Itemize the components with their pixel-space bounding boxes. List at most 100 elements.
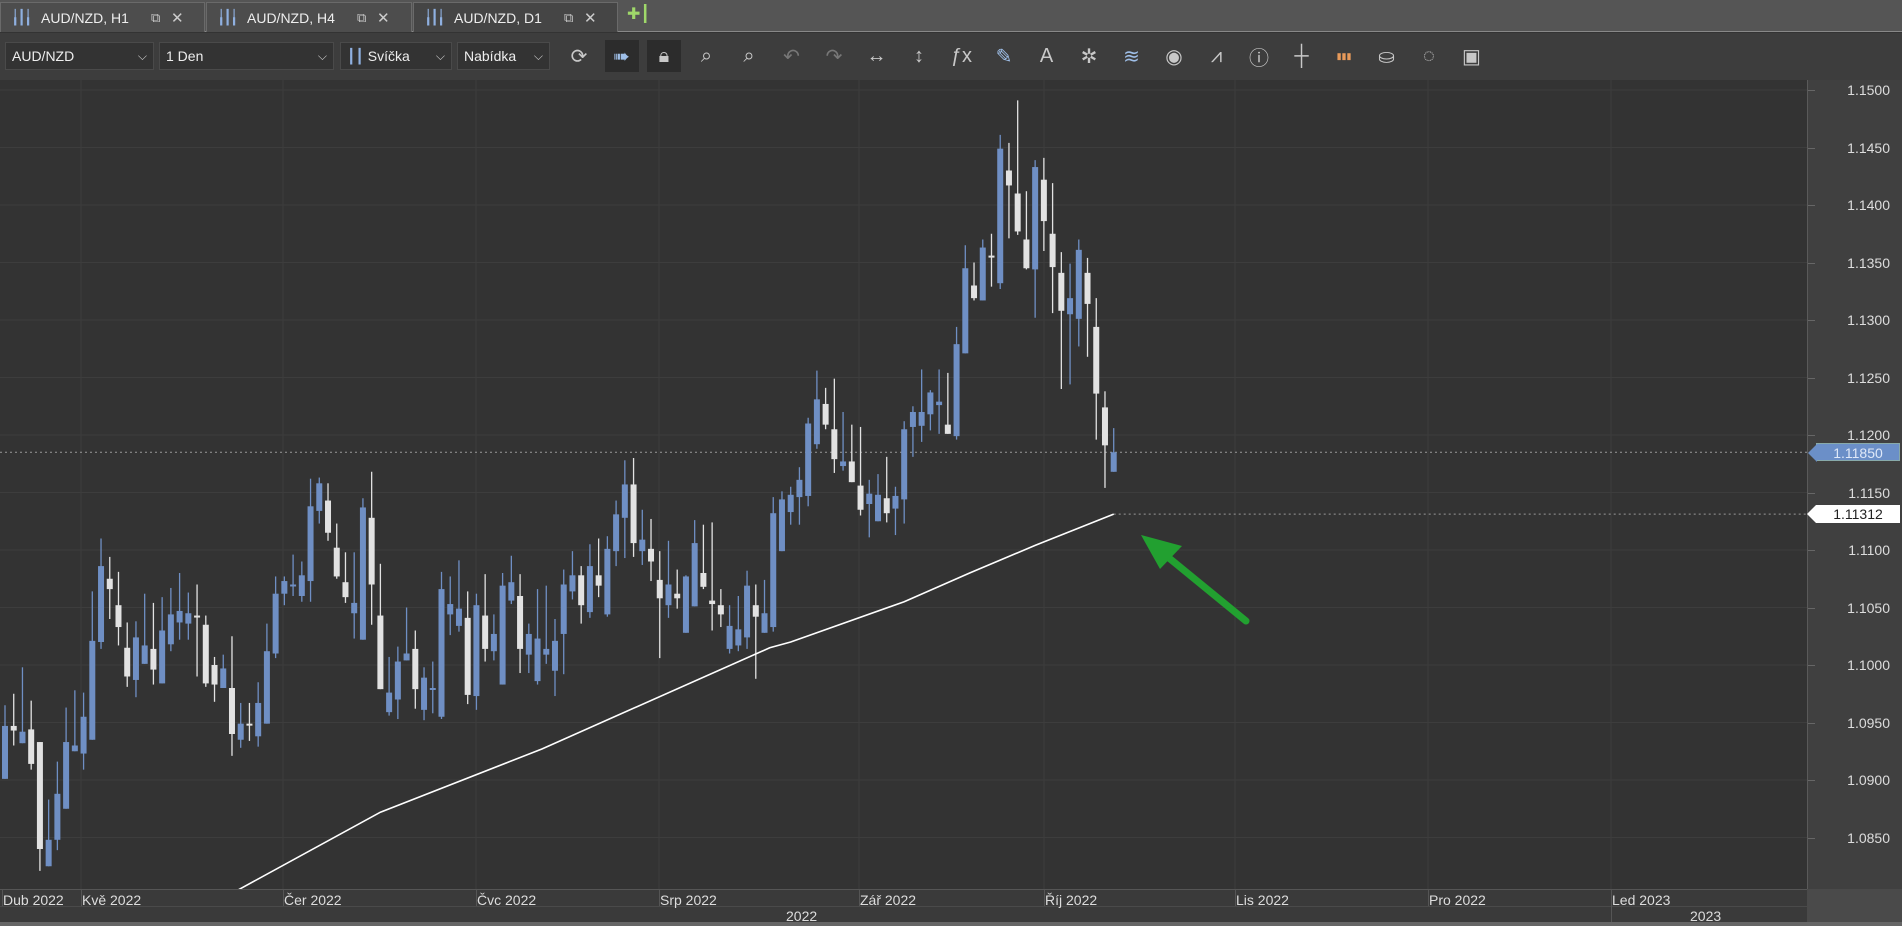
candle-up	[351, 602, 358, 614]
popout-icon[interactable]: ⧉	[357, 10, 377, 26]
tab-audnzd-d1[interactable]: ╽┃╽ AUD/NZD, D1 ⧉ ✕	[413, 2, 618, 32]
objects-icon[interactable]: ✲	[1072, 40, 1106, 72]
candlestick-icon: ╽┃╽	[424, 9, 445, 25]
candle-down	[578, 575, 585, 606]
candle-down	[674, 593, 681, 599]
candle-down	[1093, 326, 1100, 394]
price-label: 1.1200	[1847, 427, 1890, 443]
undo-icon[interactable]: ↶	[775, 40, 809, 72]
price-label: 1.0850	[1847, 829, 1890, 846]
green-arrow-shaft	[1154, 545, 1250, 625]
price-label: 1.1150	[1848, 484, 1890, 501]
candle-up	[1032, 167, 1039, 270]
candle-down	[944, 424, 951, 434]
zoom-in-icon[interactable]: ⌕	[690, 40, 724, 72]
horizontal-resize-icon[interactable]: ↔	[860, 40, 894, 72]
candle-down	[106, 578, 113, 590]
candle-up	[586, 566, 593, 613]
candle-up	[1075, 249, 1082, 319]
candle-up	[394, 661, 401, 700]
candle-down	[124, 647, 131, 677]
candle-up	[421, 677, 428, 710]
tab-bar: ╽┃╽ AUD/NZD, H1 ⧉ ✕ ╽┃╽ AUD/NZD, H4 ⧉ ✕ ╽┃╽ AUD…	[0, 0, 1902, 32]
refresh-icon[interactable]: ⟳	[562, 40, 596, 72]
close-icon[interactable]: ✕	[377, 9, 390, 27]
zoom-out-icon[interactable]: ⌕	[732, 40, 766, 72]
color-bars-icon[interactable]: ▮▮▮	[1327, 40, 1361, 72]
price-label: 1.1500	[1847, 82, 1890, 98]
text-icon[interactable]: A	[1030, 40, 1064, 72]
redo-icon[interactable]: ↷	[817, 40, 851, 72]
price-axis[interactable]: 1.11850 1.11312 1.1500 1.1450 1.1400 1.1350…	[1807, 80, 1902, 890]
symbol-select[interactable]: AUD/NZD ⌵	[5, 42, 154, 70]
candle-down	[883, 498, 890, 514]
alert-chart-icon[interactable]: ⩘	[1200, 40, 1234, 72]
timeframe-select[interactable]: 1 Den ⌵	[159, 42, 334, 70]
candle-up	[682, 576, 689, 633]
candle-up	[281, 581, 288, 594]
tab-audnzd-h1[interactable]: ╽┃╽ AUD/NZD, H1 ⧉ ✕	[0, 2, 205, 32]
auto-scroll-icon[interactable]: ➠	[604, 40, 639, 72]
price-tick	[1808, 665, 1815, 666]
candle-down	[28, 729, 35, 764]
candle-down	[752, 605, 759, 617]
close-icon[interactable]: ✕	[171, 9, 184, 27]
price-type-select[interactable]: Nabídka ⌵	[457, 42, 550, 70]
layers-icon[interactable]: ≋	[1115, 40, 1149, 72]
info-icon[interactable]: ⓘ	[1242, 40, 1276, 72]
aperture-icon[interactable]: ◌	[1412, 40, 1446, 72]
candle-up	[508, 582, 515, 601]
candle-up	[534, 638, 541, 682]
popout-icon[interactable]: ⧉	[151, 10, 171, 26]
candle-up	[19, 731, 26, 744]
month-label: Dub 2022	[3, 892, 64, 908]
price-chart[interactable]	[0, 80, 1807, 890]
candle-up	[80, 716, 87, 754]
candle-up	[840, 461, 847, 467]
last-price-tag: 1.11850	[1808, 443, 1900, 463]
candle-up	[237, 723, 244, 740]
chevron-down-icon: ⌵	[137, 48, 147, 63]
pencil-icon[interactable]: ✎	[987, 40, 1021, 72]
candle-down	[194, 615, 201, 618]
candle-up	[805, 423, 812, 496]
close-icon[interactable]: ✕	[584, 9, 597, 27]
eye-icon[interactable]: ◉	[1157, 40, 1191, 72]
lock-icon[interactable]: 🔒︎	[647, 40, 681, 72]
candle-up	[2, 725, 8, 779]
candle-down	[1005, 170, 1012, 186]
candle-down	[464, 617, 471, 695]
time-axis[interactable]: Dub 2022 Kvě 2022 Čer 2022 Čvc 2022 Srp 2022…	[0, 889, 1807, 924]
popout-icon[interactable]: ⧉	[564, 10, 584, 26]
vertical-resize-icon[interactable]: ↕	[902, 40, 936, 72]
candle-up	[447, 604, 454, 615]
candle-down	[377, 615, 384, 690]
candle-up	[290, 584, 297, 587]
indicators-fx-icon[interactable]: ƒx	[945, 40, 979, 72]
candle-up	[892, 495, 899, 509]
paint-bucket-icon[interactable]: ⛀	[1370, 40, 1404, 72]
month-label: Led 2023	[1612, 892, 1671, 908]
price-tick	[1808, 90, 1815, 91]
price-tick	[1808, 320, 1815, 321]
price-tick	[1808, 435, 1815, 436]
tab-audnzd-h4[interactable]: ╽┃╽ AUD/NZD, H4 ⧉ ✕	[206, 2, 412, 32]
crosshair-icon[interactable]: ┼	[1285, 40, 1319, 72]
candle-down	[246, 723, 253, 726]
month-label: Srp 2022	[660, 892, 717, 908]
price-label: 1.1100	[1848, 542, 1890, 558]
month-label: Říj 2022	[1045, 892, 1098, 908]
candle-down	[333, 547, 340, 577]
candle-up	[167, 614, 174, 645]
candle-down	[211, 665, 218, 685]
add-chart-icon[interactable]: ✚┃	[627, 4, 650, 24]
candle-up	[386, 692, 393, 713]
candle-up	[71, 745, 78, 752]
candle-up	[866, 493, 873, 504]
price-label: 1.1400	[1847, 197, 1890, 213]
price-label: 1.1000	[1847, 657, 1890, 673]
chart-type-select[interactable]: ┃┃ Svíčka ⌵	[340, 42, 452, 70]
save-icon[interactable]: ▣	[1455, 40, 1489, 72]
chevron-down-icon: ⌵	[435, 48, 445, 63]
month-label: Pro 2022	[1429, 892, 1486, 908]
